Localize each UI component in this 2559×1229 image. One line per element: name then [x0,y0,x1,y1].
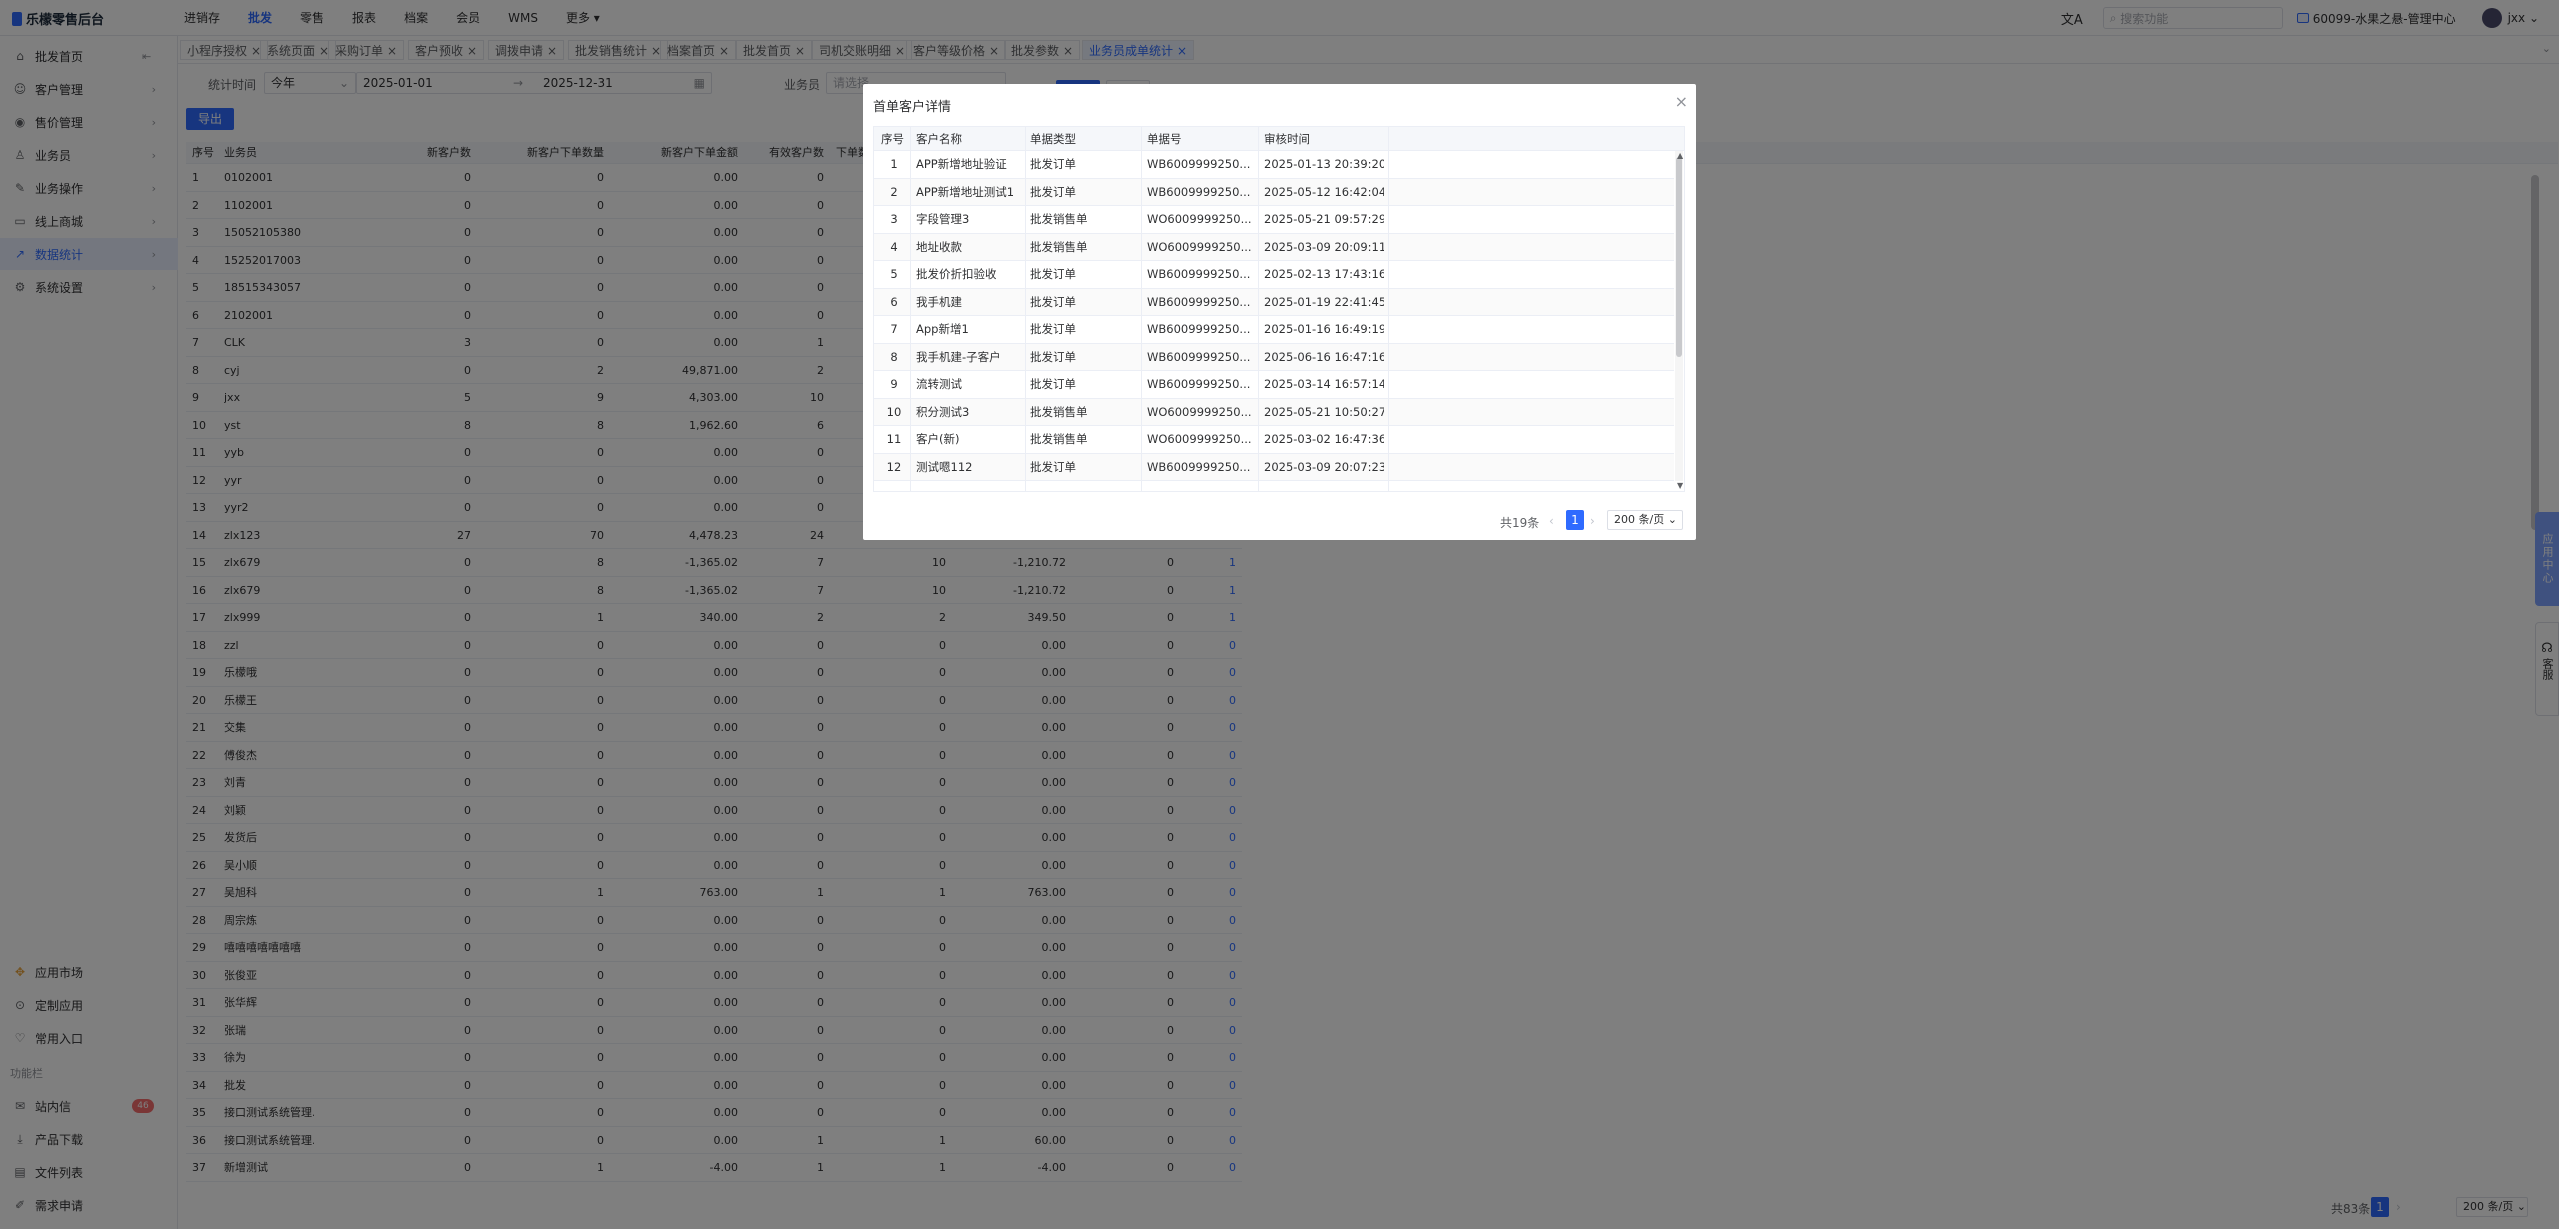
dialog-page-size-select[interactable]: 200 条/页 ⌄ [1607,510,1683,530]
column-divider [1258,127,1259,492]
dialog-cell: 3 [890,212,898,226]
col-header: 单据类型 [1030,132,1076,146]
dialog-cell: App新增1 [916,322,969,336]
dialog-table-header: 序号 客户名称 单据类型 单据号 审核时间 [874,127,1684,151]
dialog-row: 9 流转测试 批发订单 WB6009999250... 2025-03-14 16:57… [874,371,1674,399]
dialog-cell: 2025-03-09 20:07:23 [1264,459,1384,474]
page-size-value: 200 条/页 [1614,513,1665,526]
scroll-down-icon[interactable]: ▼ [1677,481,1683,490]
column-divider [1025,127,1026,492]
column-divider [1141,127,1142,492]
dialog-cell: APP新增地址验证 [916,157,1007,171]
dialog-cell: 批发销售单 [1030,239,1088,254]
dialog-row: 4 地址收款 批发销售单 WO6009999250... 2025-03-09 20:0… [874,233,1674,261]
dialog-cell: 批发订单 [1030,157,1076,171]
dialog-cell: 8 [890,349,898,364]
dialog-row: 12 测试嗯112 批发订单 WB6009999250... 2025-03-09 20… [874,453,1674,481]
dialog-cell: 批发价折扣验收 [916,267,997,281]
dialog-cell: WB6009999250... [1147,322,1251,336]
dialog-cell: 我手机建 [916,294,962,309]
dialog-row: 1 APP新增地址验证 批发订单 WB6009999250... 2025-01-13 … [874,151,1674,179]
dialog-total: 共19条 [1500,516,1540,530]
dialog-cell: WB6009999250... [1147,184,1251,199]
dialog-cell: WB6009999250... [1147,377,1251,391]
dialog-cell: 2025-02-13 17:43:16 [1264,267,1384,281]
col-header: 客户名称 [916,132,962,146]
dialog-cell: 批发订单 [1030,349,1076,364]
dialog-cell: 批发订单 [1030,459,1076,474]
dialog-cell: 批发订单 [1030,294,1076,309]
col-header: 单据号 [1147,132,1182,146]
prev-page-icon[interactable]: ‹ [1549,514,1554,528]
dialog-cell: 字段管理3 [916,212,970,226]
dialog-cell: 4 [890,239,898,254]
dialog-cell: 12 [886,459,902,474]
dialog-cell: 流转测试 [916,377,962,391]
dialog-row: 2 APP新增地址测试1 批发订单 WB6009999250... 2025-05-12… [874,178,1674,206]
dialog-cell: 6 [890,294,898,309]
dialog-pagination: 共19条 ‹ 1 › 200 条/页 ⌄ [863,494,1696,534]
dialog-row: 8 我手机建-子客户 批发订单 WB6009999250... 2025-06-16 1… [874,343,1674,371]
scroll-up-icon[interactable]: ▲ [1677,151,1683,160]
dialog-cell: 批发订单 [1030,184,1076,199]
first-order-customer-dialog: 首单客户详情 × 序号 客户名称 单据类型 单据号 审核时间 1 APP新增地址验… [863,84,1696,540]
dialog-table: 序号 客户名称 单据类型 单据号 审核时间 1 APP新增地址验证 批发订单 WB60… [873,126,1685,492]
dialog-row: 10 积分测试3 批发销售单 WO6009999250... 2025-05-21 10… [874,398,1674,426]
dialog-cell: WO6009999250... [1147,239,1252,254]
dialog-cell: 2025-01-16 16:49:19 [1264,322,1384,336]
dialog-cell: 我手机建-子客户 [916,349,1001,364]
dialog-cell: 2025-03-14 16:57:14 [1264,377,1384,391]
dialog-cell: WO6009999250... [1147,432,1252,446]
dialog-cell: 2025-01-19 22:41:45 [1264,294,1384,309]
dialog-row: 3 字段管理3 批发销售单 WO6009999250... 2025-05-21 09:… [874,206,1674,234]
dialog-cell: WB6009999250... [1147,349,1251,364]
dialog-cell: WO6009999250... [1147,212,1252,226]
dialog-cell: 客户(新) [916,432,960,446]
column-divider [910,127,911,492]
dialog-scrollbar[interactable] [1676,157,1682,357]
dialog-cell: 2025-01-13 20:39:20 [1264,157,1384,171]
dialog-row: 7 App新增1 批发订单 WB6009999250... 2025-01-16 16:… [874,316,1674,344]
dialog-cell: 2025-06-16 16:47:16 [1264,349,1384,364]
dialog-cell: 地址收款 [916,239,962,254]
dialog-cell: 批发订单 [1030,267,1076,281]
dialog-cell: 2025-03-09 20:09:11 [1264,239,1384,254]
column-divider [1388,127,1389,492]
col-header: 序号 [881,132,904,146]
dialog-page-1-button[interactable]: 1 [1566,510,1584,530]
dialog-title: 首单客户详情 [873,100,952,115]
dialog-cell: WB6009999250... [1147,459,1251,474]
dialog-row: 6 我手机建 批发订单 WB6009999250... 2025-01-19 22:41… [874,288,1674,316]
dialog-cell: 9 [890,377,898,391]
dialog-row: 5 批发价折扣验收 批发订单 WB6009999250... 2025-02-13 17… [874,261,1674,289]
close-icon[interactable]: × [1675,92,1688,111]
dialog-cell: 1 [890,157,898,171]
dialog-cell: WB6009999250... [1147,294,1251,309]
dialog-cell: 批发销售单 [1030,212,1088,226]
dialog-cell: 2025-05-12 16:42:04 [1264,184,1384,199]
dialog-cell: 2 [890,184,898,199]
dialog-cell: 11 [886,432,902,446]
dialog-cell: 积分测试3 [916,404,970,419]
dialog-cell: APP新增地址测试1 [916,184,1015,199]
dialog-cell: 批发销售单 [1030,404,1088,419]
dialog-cell: WB6009999250... [1147,157,1251,171]
dialog-cell: 5 [890,267,898,281]
dialog-cell: 批发订单 [1030,377,1076,391]
dialog-cell: 批发销售单 [1030,432,1088,446]
next-page-icon[interactable]: › [1590,514,1595,528]
dialog-cell: 2025-05-21 09:57:29 [1264,212,1384,226]
dialog-cell: 2025-05-21 10:50:27 [1264,404,1384,419]
dialog-cell: 2025-03-02 16:47:36 [1264,432,1384,446]
dialog-cell: 批发订单 [1030,322,1076,336]
dialog-cell: WO6009999250... [1147,404,1252,419]
dialog-cell: 7 [890,322,898,336]
dialog-row: 11 客户(新) 批发销售单 WO6009999250... 2025-03-02 16… [874,426,1674,454]
col-header: 审核时间 [1264,132,1310,146]
dialog-cell: WB6009999250... [1147,267,1251,281]
dialog-cell: 测试嗯112 [916,459,973,474]
dialog-cell: 10 [886,404,902,419]
